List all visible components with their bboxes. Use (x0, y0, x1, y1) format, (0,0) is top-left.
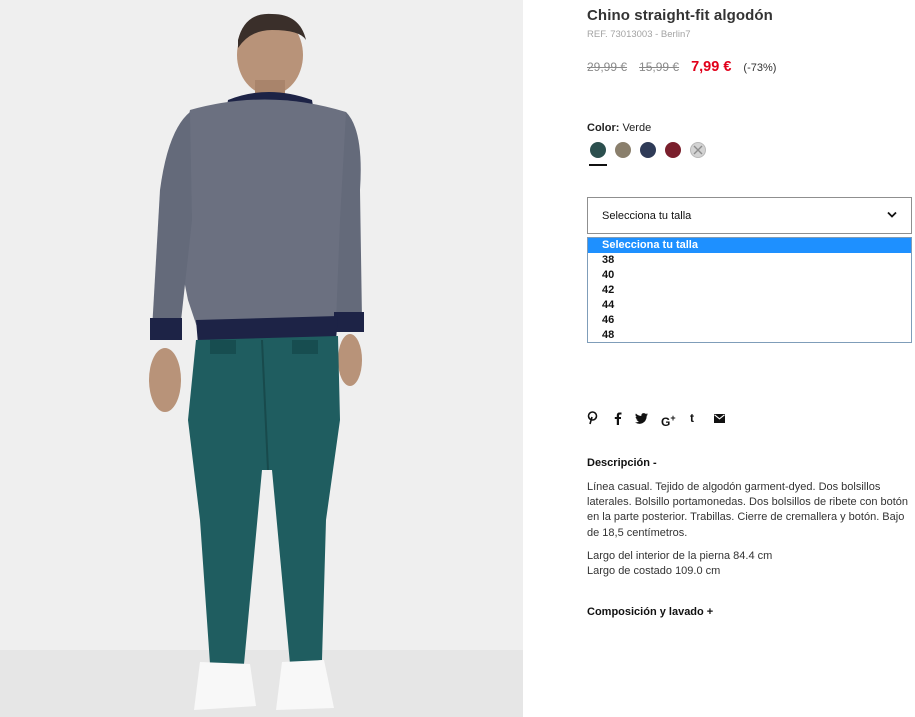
pinterest-icon[interactable] (587, 410, 598, 426)
size-option[interactable]: 40 (588, 268, 911, 283)
size-option[interactable]: 42 (588, 283, 911, 298)
composition-heading[interactable]: Composición y lavado + (587, 606, 713, 618)
description-body: Línea casual. Tejido de algodón garment-… (587, 480, 913, 579)
measure-inseam: Largo del interior de la pierna 84.4 cm (587, 549, 773, 562)
google-plus-icon[interactable]: G+ (661, 410, 676, 429)
swatch-khaki[interactable] (615, 142, 631, 158)
product-reference: REF. 73013003 - Berlin7 (587, 29, 691, 40)
size-option[interactable]: 44 (588, 298, 911, 313)
price-block: 29,99 € 15,99 € 7,99 € (-73%) (587, 59, 776, 75)
share-bar: G+ t (587, 410, 737, 429)
price-previous: 15,99 € (639, 60, 680, 74)
product-photo[interactable] (0, 0, 523, 717)
size-option[interactable]: 38 (588, 253, 911, 268)
price-original: 29,99 € (587, 60, 628, 74)
color-swatches (589, 142, 730, 168)
color-selected-name: Verde (622, 122, 652, 134)
discount-badge: (-73%) (743, 62, 777, 74)
size-select[interactable]: Selecciona tu talla (587, 197, 912, 234)
facebook-icon[interactable] (614, 410, 622, 426)
product-info: Chino straight-fit algodón REF. 73013003… (587, 0, 913, 717)
size-select-value: Selecciona tu talla (602, 210, 692, 222)
swatch-navy[interactable] (640, 142, 656, 158)
cross-icon (693, 145, 703, 155)
swatch-green[interactable] (589, 142, 607, 166)
color-label-key: Color: (587, 122, 620, 134)
size-option[interactable]: 48 (588, 328, 911, 343)
chevron-down-icon (887, 211, 897, 218)
email-icon[interactable] (714, 410, 725, 426)
swatch-burgundy[interactable] (665, 142, 681, 158)
swatch-unavailable[interactable] (690, 142, 706, 158)
measure-outseam: Largo de costado 109.0 cm (587, 565, 721, 578)
size-dropdown-list: Selecciona tu talla 38 40 42 44 46 48 (587, 237, 912, 343)
description-heading[interactable]: Descripción - (587, 457, 657, 469)
size-option[interactable]: Selecciona tu talla (588, 238, 911, 253)
color-label: Color: Verde (587, 122, 651, 134)
price-current: 7,99 € (691, 59, 732, 75)
twitter-icon[interactable] (634, 410, 648, 426)
product-title: Chino straight-fit algodón (587, 7, 773, 24)
description-text: Línea casual. Tejido de algodón garment-… (587, 481, 909, 539)
tumblr-icon[interactable]: t (690, 410, 694, 426)
size-option[interactable]: 46 (588, 313, 911, 328)
model-illustration (0, 0, 523, 717)
